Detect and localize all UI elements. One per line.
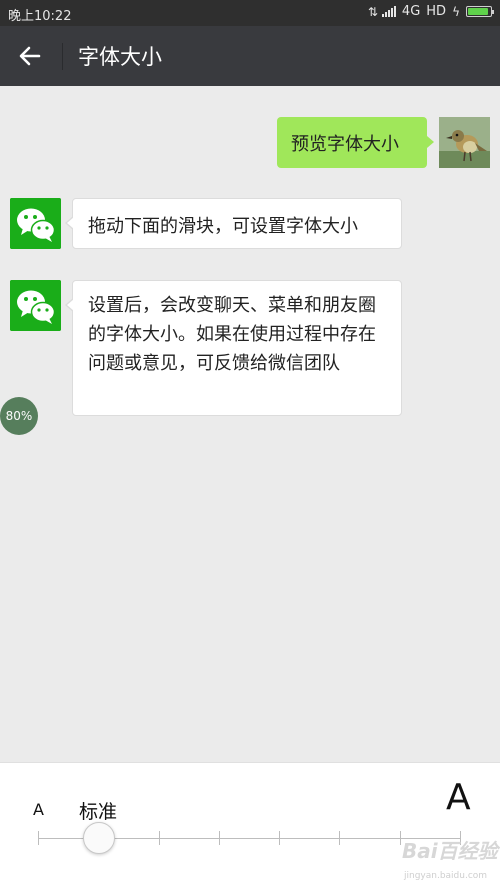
slider-tick[interactable]: [158, 831, 160, 845]
wechat-avatar[interactable]: [10, 198, 61, 249]
title-divider: [62, 43, 63, 70]
slider-tick[interactable]: [218, 831, 220, 845]
chat-preview: 预览字体大小 拖动下面的滑块，可设置字体大小 设置后，会改变聊天、菜单和朋友圈的…: [0, 86, 500, 762]
slider-tick[interactable]: [38, 831, 39, 845]
zoom-badge[interactable]: 80%: [0, 397, 38, 435]
slider-tick[interactable]: [339, 831, 341, 845]
status-indicators: ⇅ 4G HD ϟ: [367, 4, 494, 19]
title-bar: 字体大小: [0, 26, 500, 86]
battery-level: [468, 8, 488, 15]
battery-icon: [466, 6, 494, 17]
font-large-label: A: [446, 777, 471, 818]
slider-knob[interactable]: [83, 822, 116, 854]
signal-icon: [381, 6, 396, 17]
wechat-avatar[interactable]: [10, 280, 61, 331]
message-text: 设置后，会改变聊天、菜单和朋友圈的字体大小。如果在使用过程中存在问题或意见，可反…: [88, 295, 376, 374]
back-button[interactable]: [8, 34, 52, 78]
data-arrows-icon: ⇅: [367, 4, 378, 19]
charging-bolt-icon: ϟ: [452, 4, 460, 19]
slider-tick[interactable]: [399, 831, 401, 845]
network-quality: HD: [426, 4, 447, 19]
font-size-panel: A 标准 A Bai百经验 jingyan.baidu.com: [0, 762, 500, 889]
arrow-left-icon: [19, 46, 41, 66]
current-size-label: 标准: [79, 801, 118, 823]
message-text: 拖动下面的滑块，可设置字体大小: [88, 216, 358, 237]
bird-avatar[interactable]: [439, 117, 490, 168]
message-bubble-other: 拖动下面的滑块，可设置字体大小: [65, 198, 402, 249]
message-bubble-other: 设置后，会改变聊天、菜单和朋友圈的字体大小。如果在使用过程中存在问题或意见，可反…: [65, 280, 402, 416]
message-text: 预览字体大小: [291, 134, 399, 155]
slider-tick[interactable]: [279, 831, 281, 845]
font-size-slider[interactable]: [38, 822, 461, 854]
status-time: 晚上10:22: [8, 9, 72, 24]
message-bubble-self: 预览字体大小: [277, 117, 434, 168]
page-title: 字体大小: [78, 45, 162, 69]
watermark-url: jingyan.baidu.com: [404, 871, 488, 881]
bird-icon: [439, 117, 490, 168]
network-type: 4G: [401, 4, 421, 19]
font-small-label: A: [33, 800, 44, 819]
wechat-logo-icon: [10, 198, 61, 249]
wechat-logo-icon: [10, 280, 61, 331]
watermark-logo: Bai百经验: [402, 839, 498, 863]
status-bar: 晚上10:22 ⇅ 4G HD ϟ: [0, 0, 500, 26]
